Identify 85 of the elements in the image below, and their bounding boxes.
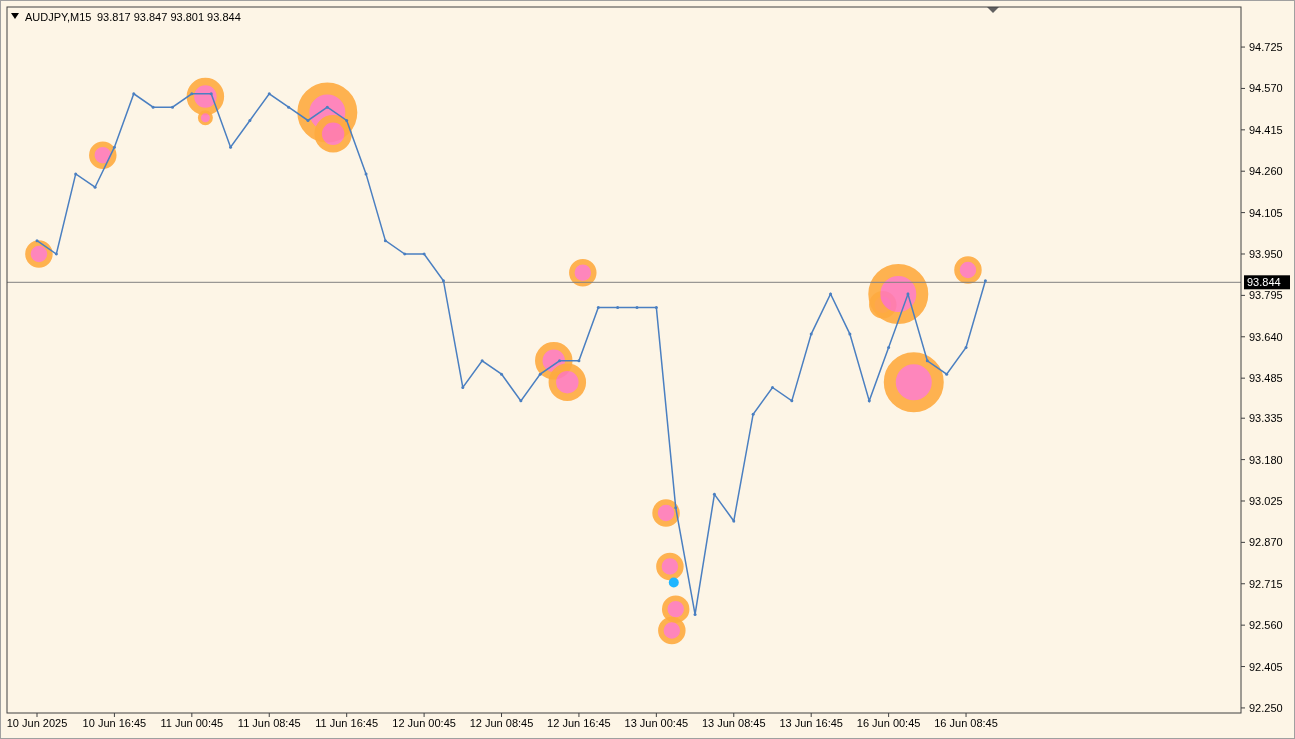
price-point bbox=[364, 172, 368, 176]
price-point bbox=[732, 519, 736, 523]
time-axis-label: 13 Jun 00:45 bbox=[624, 717, 689, 729]
price-point bbox=[712, 492, 716, 496]
price-axis-label: 93.795 bbox=[1249, 289, 1283, 302]
price-point bbox=[596, 305, 600, 309]
price-axis-label: 93.025 bbox=[1249, 495, 1283, 507]
price-axis-label: 94.570 bbox=[1249, 82, 1283, 95]
time-axis-label: 16 Jun 08:45 bbox=[934, 717, 998, 729]
price-point bbox=[848, 332, 852, 336]
time-axis-label: 12 Jun 08:45 bbox=[469, 717, 534, 729]
price-axis-label: 92.870 bbox=[1249, 536, 1283, 549]
price-point bbox=[945, 372, 949, 376]
dropdown-icon[interactable] bbox=[11, 13, 19, 19]
price-axis-label: 93.335 bbox=[1249, 412, 1283, 425]
time-axis-label: 16 Jun 00:45 bbox=[856, 717, 921, 729]
ohlc-values: 93.817 93.847 93.801 93.844 bbox=[97, 11, 241, 23]
price-point bbox=[93, 185, 97, 189]
price-point bbox=[112, 145, 116, 149]
price-point bbox=[325, 105, 329, 109]
price-point bbox=[538, 372, 542, 376]
price-point bbox=[422, 252, 426, 256]
price-point bbox=[693, 612, 697, 616]
time-axis-label: 11 Jun 08:45 bbox=[237, 717, 301, 729]
price-axis-label: 94.260 bbox=[1249, 165, 1283, 178]
price-point bbox=[616, 305, 620, 309]
price-point bbox=[345, 119, 349, 122]
time-axis-label: 11 Jun 00:45 bbox=[160, 717, 224, 729]
price-point bbox=[790, 399, 794, 403]
price-axis-label: 92.250 bbox=[1249, 701, 1283, 714]
current-price-badge: 93.844 bbox=[1244, 275, 1290, 290]
price-point bbox=[190, 92, 194, 96]
price-point bbox=[132, 92, 136, 96]
price-point bbox=[829, 292, 833, 296]
time-axis-label: 13 Jun 16:45 bbox=[779, 717, 843, 729]
chart-symbol: AUDJPY,M15 bbox=[25, 11, 92, 23]
price-point bbox=[519, 399, 523, 403]
price-point bbox=[577, 359, 581, 363]
price-axis-label: 93.180 bbox=[1249, 453, 1283, 466]
price-point bbox=[480, 359, 484, 363]
price-axis-label: 93.950 bbox=[1249, 248, 1283, 260]
price-point bbox=[925, 359, 929, 363]
price-point bbox=[306, 119, 310, 122]
price-point bbox=[248, 119, 252, 122]
price-point bbox=[229, 145, 233, 149]
price-point bbox=[887, 345, 891, 349]
price-axis-label: 94.105 bbox=[1249, 206, 1283, 219]
price-point bbox=[441, 279, 445, 283]
price-point bbox=[35, 239, 39, 243]
price-point bbox=[983, 279, 987, 283]
time-axis-label: 12 Jun 00:45 bbox=[392, 717, 456, 729]
price-point bbox=[151, 105, 155, 109]
price-point bbox=[54, 252, 58, 256]
time-axis-label: 10 Jun 16:45 bbox=[82, 717, 147, 729]
price-axis-label: 92.715 bbox=[1249, 577, 1283, 590]
price-point bbox=[171, 105, 174, 109]
price-point bbox=[674, 506, 678, 510]
price-axis-label: 93.640 bbox=[1249, 330, 1283, 343]
price-point bbox=[74, 172, 78, 176]
price-point bbox=[383, 239, 387, 243]
price-point bbox=[461, 386, 465, 389]
price-point bbox=[867, 399, 871, 403]
price-point bbox=[964, 345, 968, 349]
time-axis-label: 10 Jun 2025 bbox=[6, 717, 68, 729]
price-point bbox=[771, 386, 774, 389]
price-point bbox=[209, 92, 213, 96]
price-axis-label: 92.560 bbox=[1249, 619, 1283, 632]
price-point bbox=[635, 305, 639, 309]
price-point bbox=[500, 372, 503, 376]
price-point bbox=[558, 359, 562, 363]
scroll-marker-icon bbox=[987, 7, 999, 13]
price-point bbox=[287, 105, 291, 109]
price-point bbox=[267, 92, 271, 96]
price-point bbox=[403, 252, 407, 256]
price-axis-label: 92.405 bbox=[1249, 660, 1283, 673]
price-axis-label: 93.485 bbox=[1249, 372, 1283, 385]
time-axis-label: 11 Jun 16:45 bbox=[315, 717, 379, 729]
price-axis-label: 94.415 bbox=[1249, 123, 1283, 136]
price-point bbox=[654, 305, 658, 309]
time-axis-label: 12 Jun 16:45 bbox=[547, 717, 611, 729]
price-point bbox=[809, 332, 813, 336]
price-point bbox=[751, 412, 755, 416]
price-axis-label: 94.725 bbox=[1249, 41, 1283, 54]
price-point bbox=[906, 292, 910, 296]
time-axis-label: 13 Jun 08:45 bbox=[701, 717, 766, 729]
